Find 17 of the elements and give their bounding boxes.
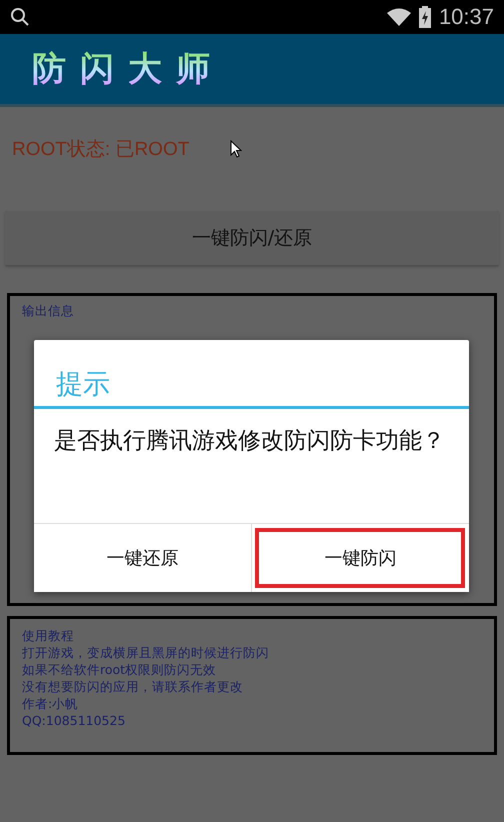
- root-status: ROOT状态: 已ROOT: [12, 138, 190, 162]
- dialog-button[interactable]: 一键防闪: [251, 524, 469, 592]
- info-line: QQ:1085110525: [22, 712, 126, 729]
- info-line: 作者:小帆: [22, 695, 80, 712]
- info-line: 没有想要防闪的应用，请联系作者更改: [22, 678, 244, 695]
- output-label: 输出信息: [22, 302, 75, 319]
- battery-charging-icon: [418, 6, 431, 28]
- dialog-title: 提示: [55, 368, 111, 402]
- dialog-message: 是否执行腾讯游戏修改防闪防卡功能？: [53, 427, 446, 456]
- info-line: 使用教程: [22, 627, 75, 644]
- cursor-icon: [230, 140, 242, 158]
- wifi-icon: [386, 8, 411, 26]
- search-icon[interactable]: [10, 7, 30, 27]
- clock-time: 10:37: [438, 4, 494, 30]
- info-line: 打开游戏，变成横屏且黑屏的时候进行防闪: [22, 644, 270, 661]
- info-line: 如果不给软件root权限则防闪无效: [22, 661, 218, 678]
- dialog-button[interactable]: 一键还原: [34, 524, 251, 592]
